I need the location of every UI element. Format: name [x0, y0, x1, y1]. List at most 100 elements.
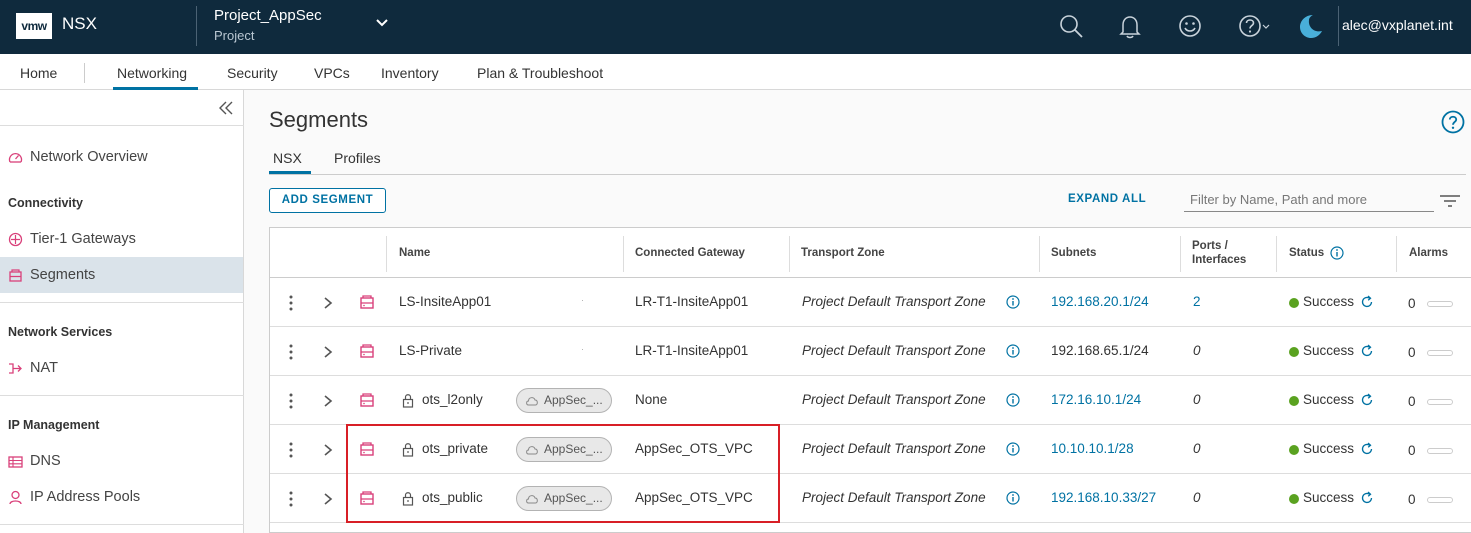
add-segment-button[interactable]: ADD SEGMENT: [269, 188, 386, 213]
ports-count: 0: [1193, 490, 1201, 505]
column-header-alarms[interactable]: Alarms: [1397, 228, 1448, 278]
nav-networking[interactable]: Networking: [117, 65, 187, 81]
filter-input[interactable]: [1184, 188, 1434, 212]
vpc-badge[interactable]: AppSec_...: [516, 388, 612, 413]
column-header-transport-zone[interactable]: Transport Zone: [789, 228, 885, 278]
info-icon[interactable]: [1006, 344, 1020, 358]
help-circle-icon[interactable]: [1441, 110, 1465, 134]
refresh-icon[interactable]: [1360, 491, 1374, 505]
chevron-right-icon[interactable]: [322, 394, 334, 408]
nav-plan-troubleshoot[interactable]: Plan & Troubleshoot: [477, 65, 603, 81]
chevron-down-icon[interactable]: [374, 15, 390, 31]
chevron-right-icon[interactable]: [322, 443, 334, 457]
chevron-right-icon[interactable]: [322, 345, 334, 359]
dns-icon: [8, 456, 23, 468]
segment-name[interactable]: LS-Private: [399, 327, 462, 375]
info-icon[interactable]: [1330, 246, 1344, 260]
alarm-count: 0: [1408, 443, 1416, 458]
refresh-icon[interactable]: [1360, 295, 1374, 309]
moon-icon[interactable]: [1296, 12, 1324, 40]
kebab-menu-icon[interactable]: [284, 441, 298, 459]
tab-divider: [269, 174, 1466, 175]
sidebar-item-label: Segments: [30, 267, 96, 283]
connected-gateway[interactable]: LR-T1-InsiteApp01: [635, 278, 748, 326]
subnet[interactable]: 192.168.20.1/24: [1051, 278, 1149, 326]
filter-icon[interactable]: [1439, 193, 1461, 209]
refresh-icon[interactable]: [1360, 393, 1374, 407]
status-text: Success: [1303, 343, 1355, 358]
kebab-menu-icon[interactable]: [284, 392, 298, 410]
transport-zone: Project Default Transport Zone: [802, 294, 986, 309]
sidebar-item-nat[interactable]: NAT: [0, 350, 243, 386]
project-name[interactable]: Project_AppSec: [214, 7, 322, 24]
bell-icon[interactable]: [1116, 12, 1144, 40]
table-row[interactable]: LS-InsiteApp01 · LR-T1-InsiteApp01 Project …: [270, 278, 1471, 327]
smiley-icon[interactable]: [1176, 12, 1204, 40]
column-header-connected-gateway[interactable]: Connected Gateway: [623, 228, 745, 278]
kebab-menu-icon[interactable]: [284, 343, 298, 361]
expand-all-button[interactable]: EXPAND ALL: [1068, 193, 1146, 205]
column-header-status-label: Status: [1289, 247, 1325, 259]
column-header-subnets[interactable]: Subnets: [1039, 228, 1096, 278]
column-header-ports-line2: Interfaces: [1192, 254, 1247, 266]
tab-profiles[interactable]: Profiles: [334, 150, 381, 166]
app-name[interactable]: NSX: [62, 14, 97, 34]
highlight-box: [346, 424, 780, 523]
connected-gateway[interactable]: LR-T1-InsiteApp01: [635, 327, 748, 375]
segment-icon: [9, 269, 22, 282]
status-text: Success: [1303, 294, 1355, 309]
subnet[interactable]: 192.168.10.33/27: [1051, 474, 1156, 522]
segment-name[interactable]: LS-InsiteApp01: [399, 278, 491, 326]
sidebar-item-label: NAT: [30, 360, 58, 376]
nav-inventory[interactable]: Inventory: [381, 65, 439, 81]
ports-count[interactable]: 2: [1193, 278, 1201, 326]
help-icon[interactable]: [1236, 12, 1276, 40]
status-success-dot: [1289, 347, 1299, 357]
sidebar-item-dns[interactable]: DNS: [0, 443, 243, 479]
refresh-icon[interactable]: [1360, 344, 1374, 358]
info-icon[interactable]: [1006, 491, 1020, 505]
alarm-count: 0: [1408, 345, 1416, 360]
nav-home[interactable]: Home: [20, 65, 57, 81]
subnet[interactable]: 10.10.10.1/28: [1051, 425, 1134, 473]
refresh-icon[interactable]: [1360, 442, 1374, 456]
router-icon: [8, 232, 23, 247]
sidebar-item-label: DNS: [30, 453, 61, 469]
nav-vpcs[interactable]: VPCs: [314, 65, 350, 81]
info-icon[interactable]: [1006, 295, 1020, 309]
tab-nsx[interactable]: NSX: [273, 150, 302, 166]
info-icon[interactable]: [1006, 442, 1020, 456]
sidebar-divider: [0, 395, 244, 396]
status-success-dot: [1289, 396, 1299, 406]
sidebar-item-segments[interactable]: Segments: [0, 257, 243, 293]
chevron-right-icon[interactable]: [322, 296, 334, 310]
user-divider: [1338, 6, 1339, 46]
status-text: Success: [1303, 441, 1355, 456]
alarm-bar: [1427, 497, 1453, 503]
search-icon[interactable]: [1057, 12, 1085, 40]
nav-divider: [84, 63, 85, 83]
nav-security[interactable]: Security: [227, 65, 278, 81]
column-header-name[interactable]: Name: [387, 228, 430, 278]
sidebar-item-tier1-gateways[interactable]: Tier-1 Gateways: [0, 221, 243, 257]
sidebar-section-network-services: Network Services: [8, 325, 113, 339]
ports-count: 0: [1193, 441, 1201, 456]
table-row[interactable]: LS-Private · LR-T1-InsiteApp01 Project Defa…: [270, 327, 1471, 376]
transport-zone: Project Default Transport Zone: [802, 392, 986, 407]
info-icon[interactable]: [1006, 393, 1020, 407]
segment-name[interactable]: ots_l2only: [422, 376, 483, 424]
kebab-menu-icon[interactable]: [284, 294, 298, 312]
alarm-bar: [1427, 350, 1453, 356]
table-header: Name Connected Gateway Transport Zone Su…: [270, 228, 1471, 278]
sidebar-item-ip-address-pools[interactable]: IP Address Pools: [0, 479, 243, 515]
chevron-right-icon[interactable]: [322, 492, 334, 506]
column-header-ports-interfaces[interactable]: Ports / Interfaces: [1180, 228, 1246, 278]
subnet[interactable]: 172.16.10.1/24: [1051, 376, 1141, 424]
table-row[interactable]: ots_l2only AppSec_... None Project Default …: [270, 376, 1471, 425]
column-header-status[interactable]: Status: [1277, 228, 1344, 278]
sidebar-item-network-overview[interactable]: Network Overview: [0, 139, 243, 175]
double-chevron-left-icon[interactable]: [218, 100, 234, 116]
kebab-menu-icon[interactable]: [284, 490, 298, 508]
user-menu[interactable]: alec@vxplanet.int: [1342, 17, 1453, 33]
transport-zone: Project Default Transport Zone: [802, 441, 986, 456]
